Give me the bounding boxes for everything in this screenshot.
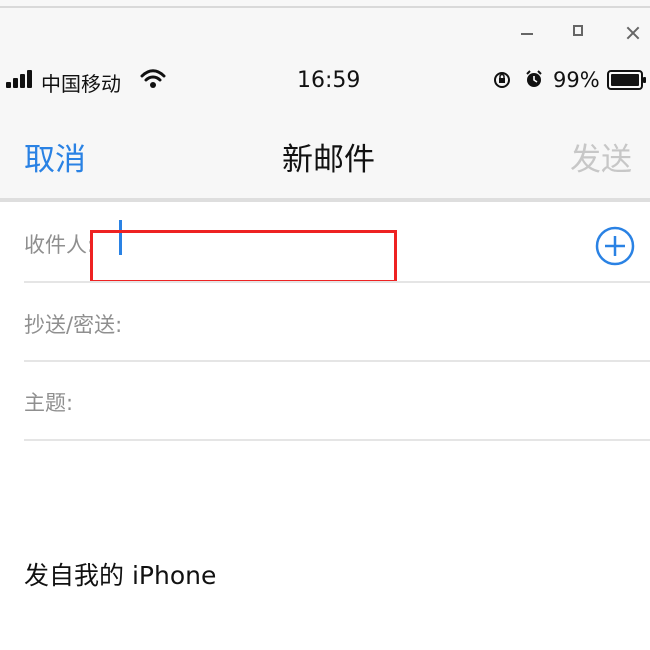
add-contact-button[interactable]: [595, 226, 635, 266]
navigation-separator: [0, 198, 650, 202]
status-time: 16:59: [297, 68, 361, 93]
window-title-bar: [0, 0, 650, 60]
window-top-border: [0, 6, 650, 8]
close-window-button[interactable]: [622, 20, 648, 46]
status-bar: 中国移动 16:59 99%: [0, 60, 650, 104]
signal-icon: [6, 70, 36, 88]
carrier-name: 中国移动: [41, 72, 121, 96]
battery-percentage: 99%: [553, 68, 600, 92]
maximize-window-button[interactable]: [566, 20, 592, 46]
email-signature[interactable]: 发自我的 iPhone: [24, 556, 216, 592]
subject-input[interactable]: [140, 379, 634, 425]
battery-icon: [607, 70, 646, 90]
subject-field-separator: [24, 439, 650, 441]
highlight-annotation: [90, 230, 397, 283]
cancel-button[interactable]: 取消: [24, 134, 86, 179]
cc-bcc-input[interactable]: [140, 301, 634, 347]
cc-bcc-label: 抄送/密送:: [24, 313, 123, 337]
send-button[interactable]: 发送: [570, 134, 632, 179]
orientation-lock-icon: [494, 72, 510, 88]
page-title: 新邮件: [282, 142, 375, 178]
subject-label: 主题:: [24, 391, 74, 415]
cc-field-separator: [24, 360, 650, 362]
minimize-window-button[interactable]: [514, 20, 540, 46]
navigation-bar: 取消 新邮件 发送: [0, 104, 650, 198]
to-label: 收件人:: [24, 233, 95, 257]
wifi-icon: [140, 69, 166, 88]
alarm-icon: [526, 70, 542, 87]
to-field-separator: [24, 281, 650, 283]
